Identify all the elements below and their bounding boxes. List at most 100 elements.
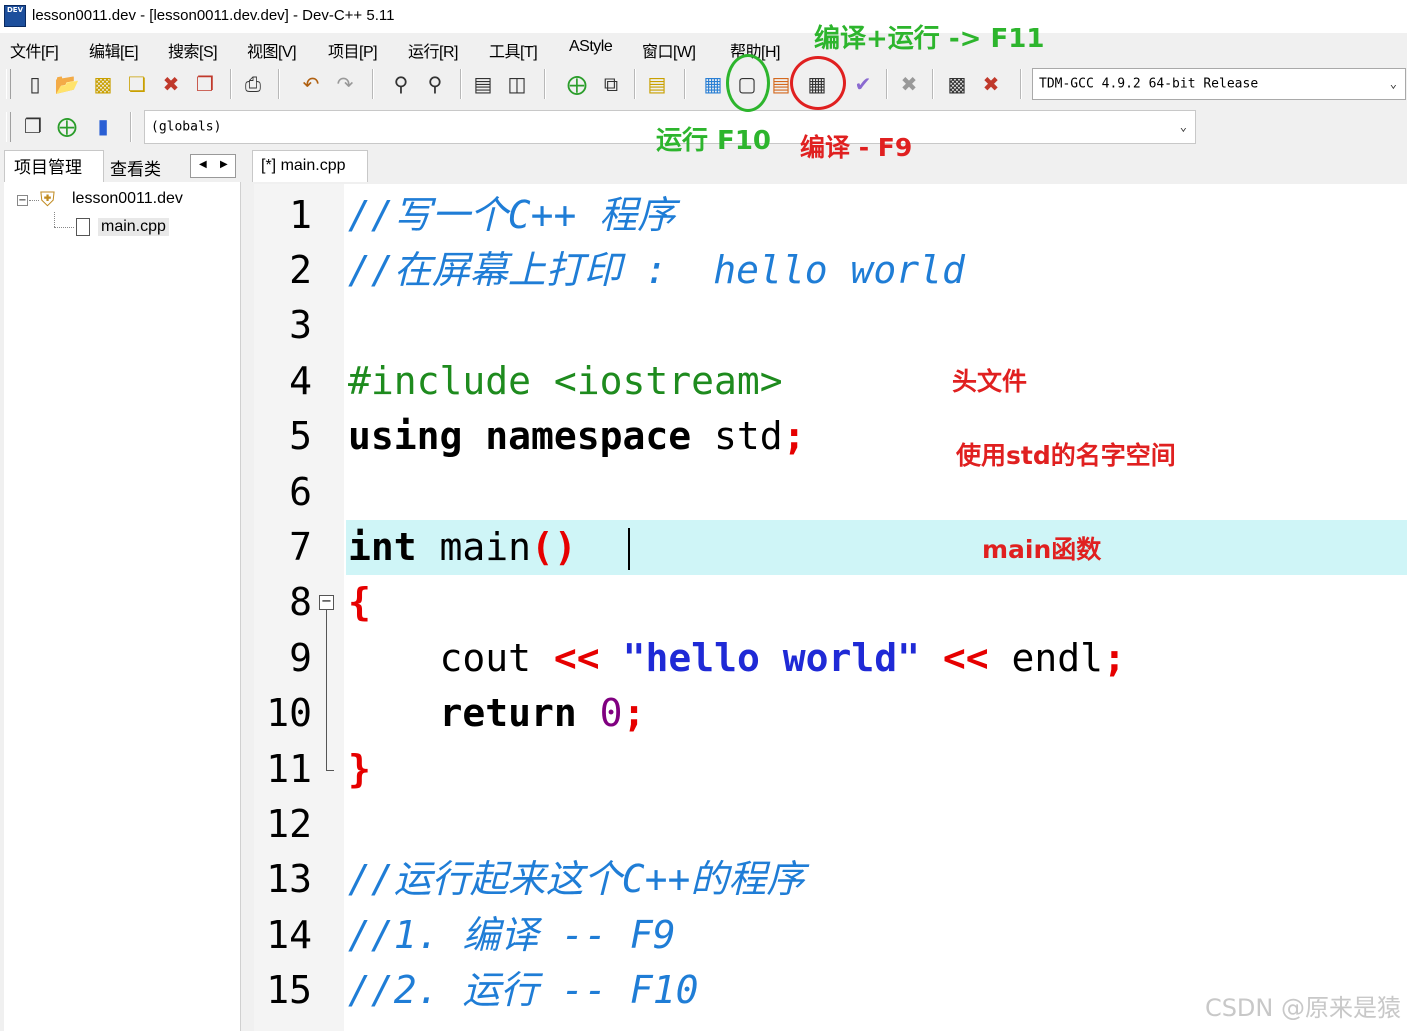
menu-astyle[interactable]: AStyle [569,38,613,56]
window-title: lesson0011.dev - [lesson0011.dev.dev] - … [32,7,395,24]
insert-icon[interactable]: ⨁ [54,114,80,138]
fold-collapse-icon[interactable]: − [319,595,334,610]
code-text: //1. 编译 -- F9 [348,913,676,957]
tab-project-manager[interactable]: 项目管理 [14,153,82,178]
tab-main-cpp[interactable]: [*] main.cpp [252,150,368,182]
code-text: #include <iostream> [348,359,783,403]
compiler-select[interactable]: TDM-GCC 4.9.2 64-bit Release ⌄ [1032,68,1406,100]
line-number: 11 [266,747,312,791]
open-file-icon[interactable]: 📂 [54,72,80,96]
toolbar-grip[interactable] [6,112,11,142]
code-text: using namespace std; [348,414,806,458]
text-cursor [628,528,630,570]
collapse-icon[interactable]: − [17,195,28,206]
menu-tools[interactable]: 工具[T] [489,38,538,62]
code-line: 3 [254,298,1407,353]
new-file-icon[interactable]: ▯ [22,72,48,96]
code-line: 14 //1. 编译 -- F9 [254,908,1407,963]
profile-chart-icon[interactable]: ▩ [944,72,970,96]
line-number: 3 [289,303,312,347]
menu-view[interactable]: 视图[V] [247,38,297,62]
code-text: int main() [348,525,577,569]
chevron-down-icon: ⌄ [1179,119,1187,134]
line-number: 12 [266,802,312,846]
line-number: 10 [266,691,312,735]
toggle-bookmark-icon[interactable]: ▮ [90,114,116,138]
replace-icon[interactable]: ⚲ [422,72,448,96]
tree-item-project[interactable]: lesson0011.dev [72,190,183,208]
line-number: 2 [289,248,312,292]
annotation-compile: 编译 - F9 [800,133,913,162]
code-line-current: 7 int main() [254,520,1407,575]
undo-icon[interactable]: ↶ [298,72,324,96]
stop-execution-icon[interactable]: ✖ [896,72,922,96]
file-icon [76,218,90,236]
menu-run[interactable]: 运行[R] [408,38,458,62]
line-number: 8 [289,580,312,624]
code-text: //2. 运行 -- F10 [348,968,699,1012]
tab-scroll-arrows[interactable]: ◀ ▶ [190,154,236,178]
compiler-select-value: TDM-GCC 4.9.2 64-bit Release [1039,76,1259,92]
tab-class-browser[interactable]: 查看类 [110,155,161,180]
project-icon: ⛨ [40,187,55,211]
code-line: 5 using namespace std; [254,409,1407,464]
toolbar-grip[interactable] [6,69,11,99]
add-to-project-icon[interactable]: ⨁ [564,72,590,96]
code-line: 2 //在屏幕上打印 : hello world [254,243,1407,298]
menu-window[interactable]: 窗口[W] [642,38,696,62]
indent-icon[interactable]: ▤ [470,72,496,96]
line-number: 7 [289,525,312,569]
menu-search[interactable]: 搜索[S] [168,38,218,62]
annotation-main-fn: main函数 [982,535,1102,564]
code-line: 12 [254,797,1407,852]
save-icon[interactable]: ▩ [90,72,116,96]
goto-bookmark-icon[interactable]: ❐ [20,114,46,138]
dev-cpp-app-icon[interactable]: DEV [4,5,26,27]
menu-project[interactable]: 项目[P] [328,38,378,62]
close-all-icon[interactable]: ❐ [192,72,218,96]
code-line: 4 #include <iostream> [254,354,1407,409]
chevron-down-icon: ⌄ [1389,76,1397,91]
project-options-icon[interactable]: ▤ [644,72,670,96]
close-file-icon[interactable]: ✖ [158,72,184,96]
secondary-toolbar: ❐ ⨁ ▮ (globals) ⌄ [4,106,1204,148]
run-highlight-circle [726,54,770,112]
annotation-run: 运行 F10 [656,126,771,156]
compile-highlight-circle [790,56,846,110]
save-all-icon[interactable]: ❏ [124,72,150,96]
watermark: CSDN @原来是猿 [1204,994,1401,1022]
code-line: 10 return 0; [254,686,1407,741]
compile-run-icon[interactable]: ▦ [700,72,726,96]
line-number: 5 [289,414,312,458]
remove-from-project-icon[interactable]: ⧉ [598,72,624,96]
code-text: return 0; [348,691,646,735]
line-number: 6 [289,470,312,514]
line-number: 14 [266,913,312,957]
menu-edit[interactable]: 编辑[E] [89,38,139,62]
project-tree: − ⛨ lesson0011.dev main.cpp [4,182,241,1031]
code-line: 6 [254,465,1407,520]
code-line: 13 //运行起来这个C++的程序 [254,852,1407,907]
title-bar: DEV lesson0011.dev - [lesson0011.dev.dev… [0,0,1407,33]
annotation-compile-run: 编译+运行 -> F11 [814,24,1045,54]
tab-scroll-left-icon[interactable]: ◀ [199,159,207,170]
tree-item-main-cpp[interactable]: main.cpp [98,218,169,236]
code-editor[interactable]: 1 //写一个C++ 程序 2 //在屏幕上打印 : hello world 3… [254,184,1407,1031]
unindent-icon[interactable]: ◫ [504,72,530,96]
menu-file[interactable]: 文件[F] [10,38,59,62]
annotation-namespace: 使用std的名字空间 [956,441,1176,470]
scope-select-value: (globals) [151,119,222,135]
code-line: 8 − { [254,575,1407,630]
line-number: 1 [289,193,312,237]
syntax-check-icon[interactable]: ✔ [850,72,876,96]
main-toolbar: ▯ 📂 ▩ ❏ ✖ ❐ ⎙ ↶ ↷ ⚲ ⚲ ▤ ◫ ⨁ ⧉ ▤ ▦ ▢ ▤ ▦ … [4,64,1406,104]
delete-profile-icon[interactable]: ✖ [978,72,1004,96]
redo-icon[interactable]: ↷ [332,72,358,96]
code-text: //写一个C++ 程序 [348,193,676,237]
tab-scroll-right-icon[interactable]: ▶ [220,159,228,170]
line-number: 15 [266,968,312,1012]
code-text: cout << "hello world" << endl; [348,636,1126,680]
print-icon[interactable]: ⎙ [240,72,266,96]
code-line: 1 //写一个C++ 程序 [254,188,1407,243]
find-icon[interactable]: ⚲ [388,72,414,96]
